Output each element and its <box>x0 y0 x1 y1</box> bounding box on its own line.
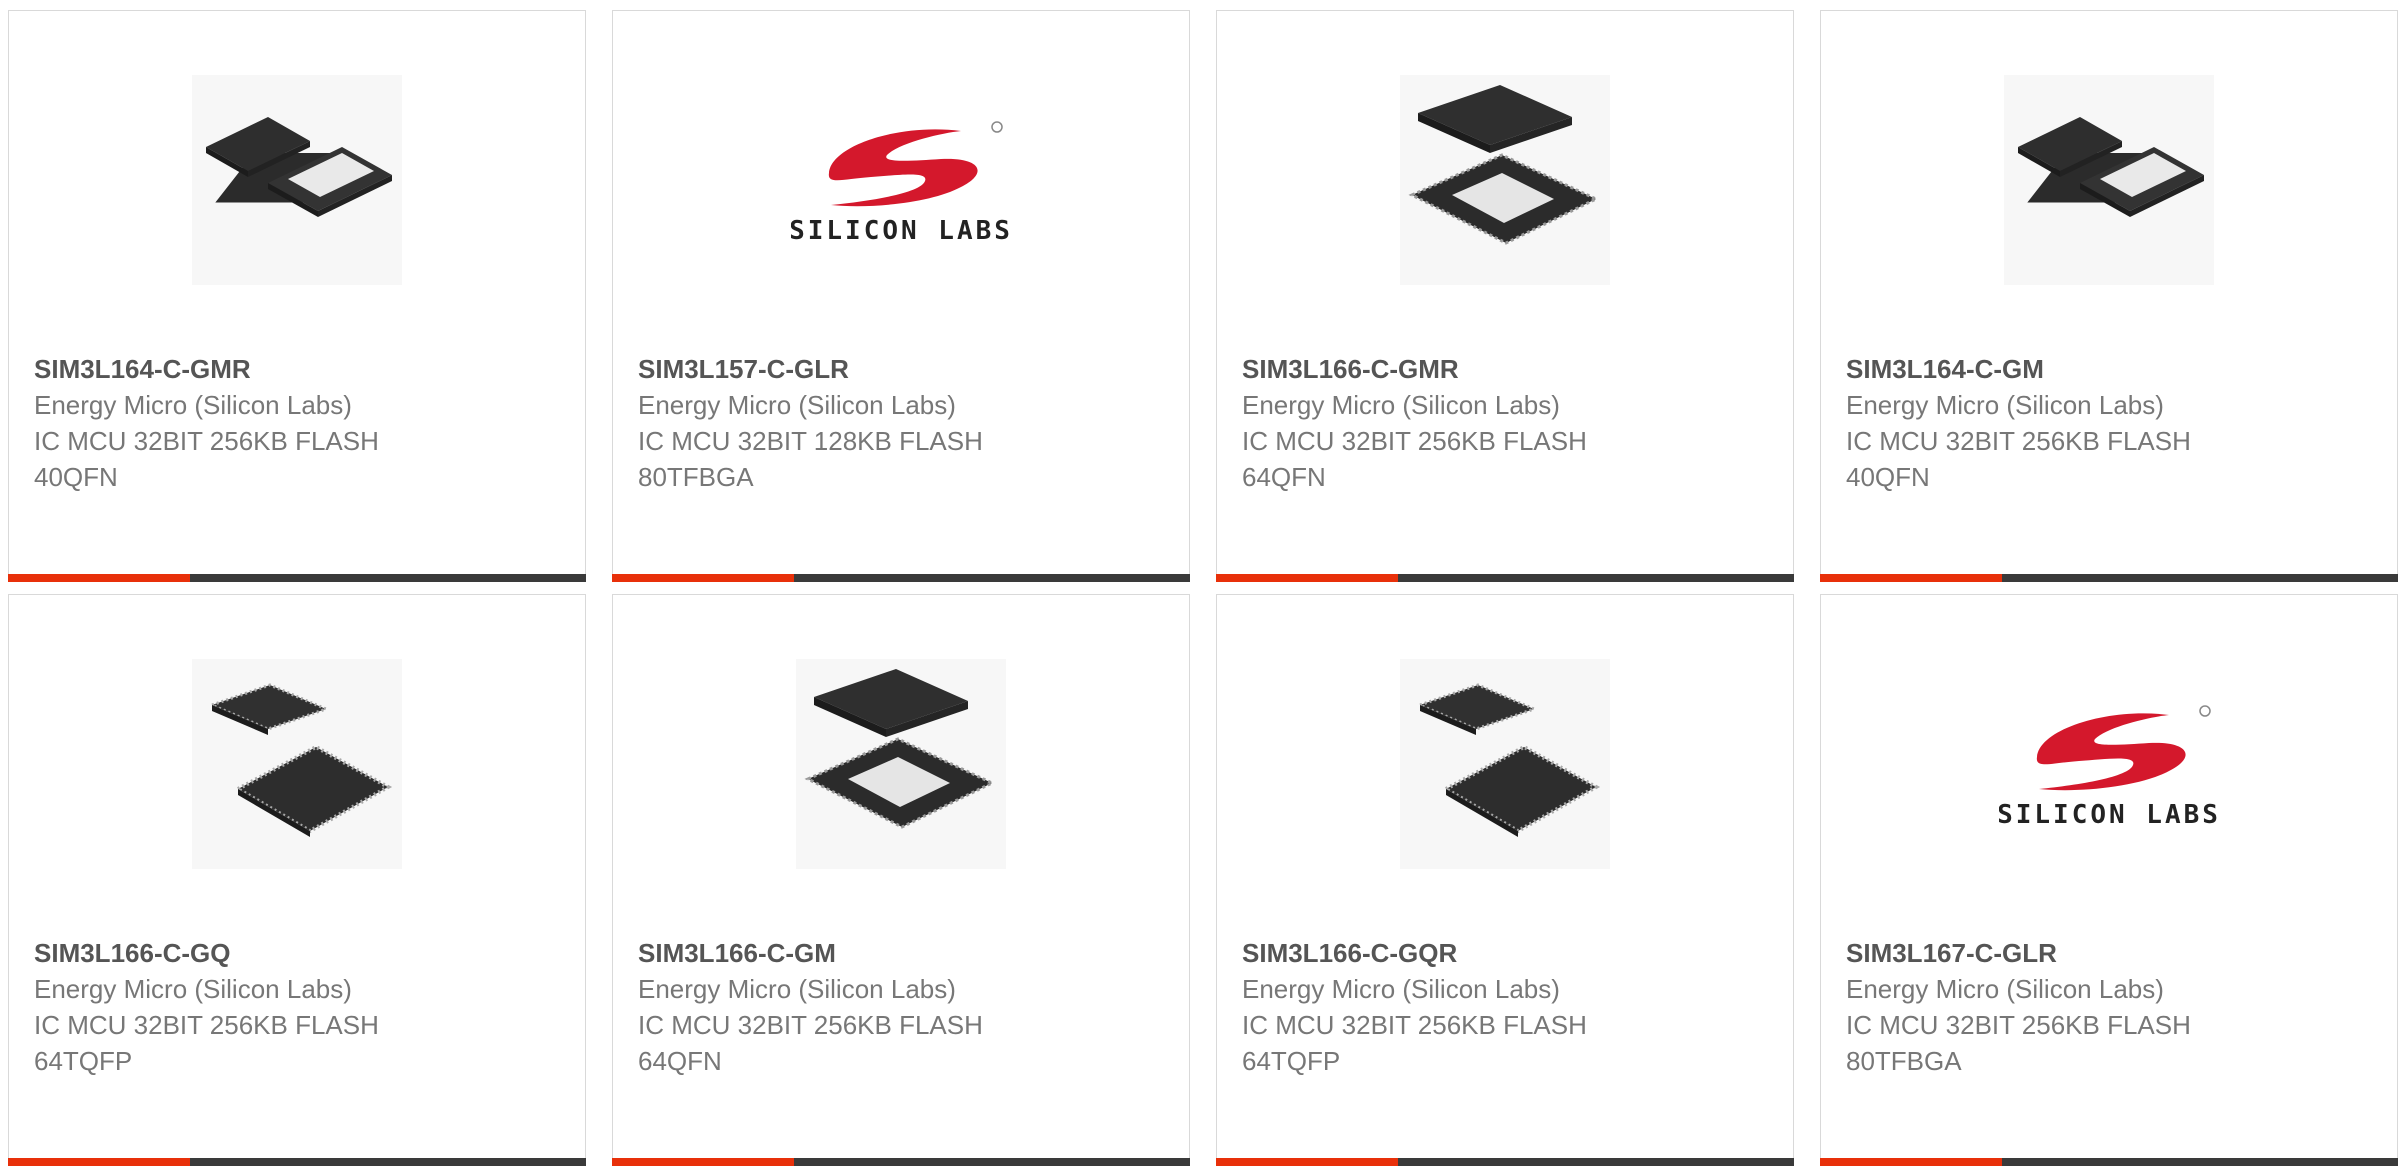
part-number[interactable]: SIM3L166-C-GM <box>638 935 1169 971</box>
description: IC MCU 32BIT 256KB FLASH <box>1846 426 2191 456</box>
card-bottom-bar <box>1216 574 1794 582</box>
product-info: SIM3L166-C-GM Energy Micro (Silicon Labs… <box>638 935 1169 1079</box>
manufacturer: Energy Micro (Silicon Labs) <box>638 974 956 1004</box>
manufacturer: Energy Micro (Silicon Labs) <box>34 390 352 420</box>
product-image[interactable] <box>613 659 1189 869</box>
card-bottom-bar <box>8 1158 586 1166</box>
product-info: SIM3L157-C-GLR Energy Micro (Silicon Lab… <box>638 351 1169 495</box>
product-card[interactable]: SIM3L166-C-GQR Energy Micro (Silicon Lab… <box>1216 594 1794 1166</box>
product-info: SIM3L166-C-GMR Energy Micro (Silicon Lab… <box>1242 351 1773 495</box>
package: 80TFBGA <box>1846 1046 1962 1076</box>
product-image[interactable] <box>1217 659 1793 869</box>
description: IC MCU 32BIT 128KB FLASH <box>638 426 983 456</box>
product-info: SIM3L164-C-GMR Energy Micro (Silicon Lab… <box>34 351 565 495</box>
card-bottom-bar <box>8 574 586 582</box>
card-bar-accent <box>1216 1158 1398 1166</box>
package: 64TQFP <box>1242 1046 1341 1076</box>
description: IC MCU 32BIT 256KB FLASH <box>34 426 379 456</box>
part-number[interactable]: SIM3L166-C-GMR <box>1242 351 1773 387</box>
description: IC MCU 32BIT 256KB FLASH <box>1846 1010 2191 1040</box>
part-number[interactable]: SIM3L166-C-GQ <box>34 935 565 971</box>
qfn-chip-pair-icon <box>192 75 402 285</box>
product-image[interactable] <box>9 659 585 869</box>
package: 64QFN <box>638 1046 722 1076</box>
qfn64-chip-stack-icon <box>796 659 1006 869</box>
card-bottom-bar <box>1820 574 2398 582</box>
part-number[interactable]: SIM3L164-C-GM <box>1846 351 2377 387</box>
product-image[interactable]: SILICON LABS <box>613 75 1189 285</box>
card-bar-accent <box>1820 574 2002 582</box>
silicon-labs-logo: SILICON LABS <box>1999 705 2219 829</box>
package: 64TQFP <box>34 1046 133 1076</box>
package: 40QFN <box>1846 462 1930 492</box>
card-bar-accent <box>8 574 190 582</box>
manufacturer: Energy Micro (Silicon Labs) <box>1242 390 1560 420</box>
card-bar-accent <box>612 1158 794 1166</box>
part-number[interactable]: SIM3L167-C-GLR <box>1846 935 2377 971</box>
card-bottom-bar <box>1820 1158 2398 1166</box>
product-info: SIM3L166-C-GQ Energy Micro (Silicon Labs… <box>34 935 565 1079</box>
product-info: SIM3L167-C-GLR Energy Micro (Silicon Lab… <box>1846 935 2377 1079</box>
manufacturer: Energy Micro (Silicon Labs) <box>1242 974 1560 1004</box>
manufacturer: Energy Micro (Silicon Labs) <box>1846 390 2164 420</box>
product-card[interactable]: SIM3L166-C-GQ Energy Micro (Silicon Labs… <box>8 594 586 1166</box>
product-image[interactable] <box>9 75 585 285</box>
product-card[interactable]: SIM3L164-C-GMR Energy Micro (Silicon Lab… <box>8 10 586 582</box>
tqfp-chip-pair-icon <box>192 659 402 869</box>
product-info: SIM3L166-C-GQR Energy Micro (Silicon Lab… <box>1242 935 1773 1079</box>
package: 80TFBGA <box>638 462 754 492</box>
product-image[interactable] <box>1821 75 2397 285</box>
silicon-labs-logo-text: SILICON LABS <box>791 216 1011 245</box>
product-info: SIM3L164-C-GM Energy Micro (Silicon Labs… <box>1846 351 2377 495</box>
card-bottom-bar <box>1216 1158 1794 1166</box>
card-bottom-bar <box>612 574 1190 582</box>
part-number[interactable]: SIM3L166-C-GQR <box>1242 935 1773 971</box>
silicon-labs-logo: SILICON LABS <box>791 121 1011 245</box>
product-card[interactable]: SIM3L164-C-GM Energy Micro (Silicon Labs… <box>1820 10 2398 582</box>
card-bar-accent <box>1820 1158 2002 1166</box>
card-bottom-bar <box>612 1158 1190 1166</box>
product-grid: SIM3L164-C-GMR Energy Micro (Silicon Lab… <box>8 10 2398 1166</box>
card-bar-accent <box>1216 574 1398 582</box>
description: IC MCU 32BIT 256KB FLASH <box>1242 426 1587 456</box>
part-number[interactable]: SIM3L164-C-GMR <box>34 351 565 387</box>
product-card[interactable]: SILICON LABS SIM3L157-C-GLR Energy Micro… <box>612 10 1190 582</box>
package: 64QFN <box>1242 462 1326 492</box>
qfn-chip-pair-icon <box>2004 75 2214 285</box>
card-bar-accent <box>612 574 794 582</box>
tqfp-chip-pair-icon <box>1400 659 1610 869</box>
qfn64-chip-stack-icon <box>1400 75 1610 285</box>
product-card[interactable]: SIM3L166-C-GM Energy Micro (Silicon Labs… <box>612 594 1190 1166</box>
package: 40QFN <box>34 462 118 492</box>
part-number[interactable]: SIM3L157-C-GLR <box>638 351 1169 387</box>
manufacturer: Energy Micro (Silicon Labs) <box>34 974 352 1004</box>
description: IC MCU 32BIT 256KB FLASH <box>1242 1010 1587 1040</box>
manufacturer: Energy Micro (Silicon Labs) <box>638 390 956 420</box>
product-image[interactable] <box>1217 75 1793 285</box>
card-bar-accent <box>8 1158 190 1166</box>
description: IC MCU 32BIT 256KB FLASH <box>638 1010 983 1040</box>
product-image[interactable]: SILICON LABS <box>1821 659 2397 869</box>
silicon-labs-logo-text: SILICON LABS <box>1999 800 2219 829</box>
product-card[interactable]: SILICON LABS SIM3L167-C-GLR Energy Micro… <box>1820 594 2398 1166</box>
product-card[interactable]: SIM3L166-C-GMR Energy Micro (Silicon Lab… <box>1216 10 1794 582</box>
manufacturer: Energy Micro (Silicon Labs) <box>1846 974 2164 1004</box>
description: IC MCU 32BIT 256KB FLASH <box>34 1010 379 1040</box>
